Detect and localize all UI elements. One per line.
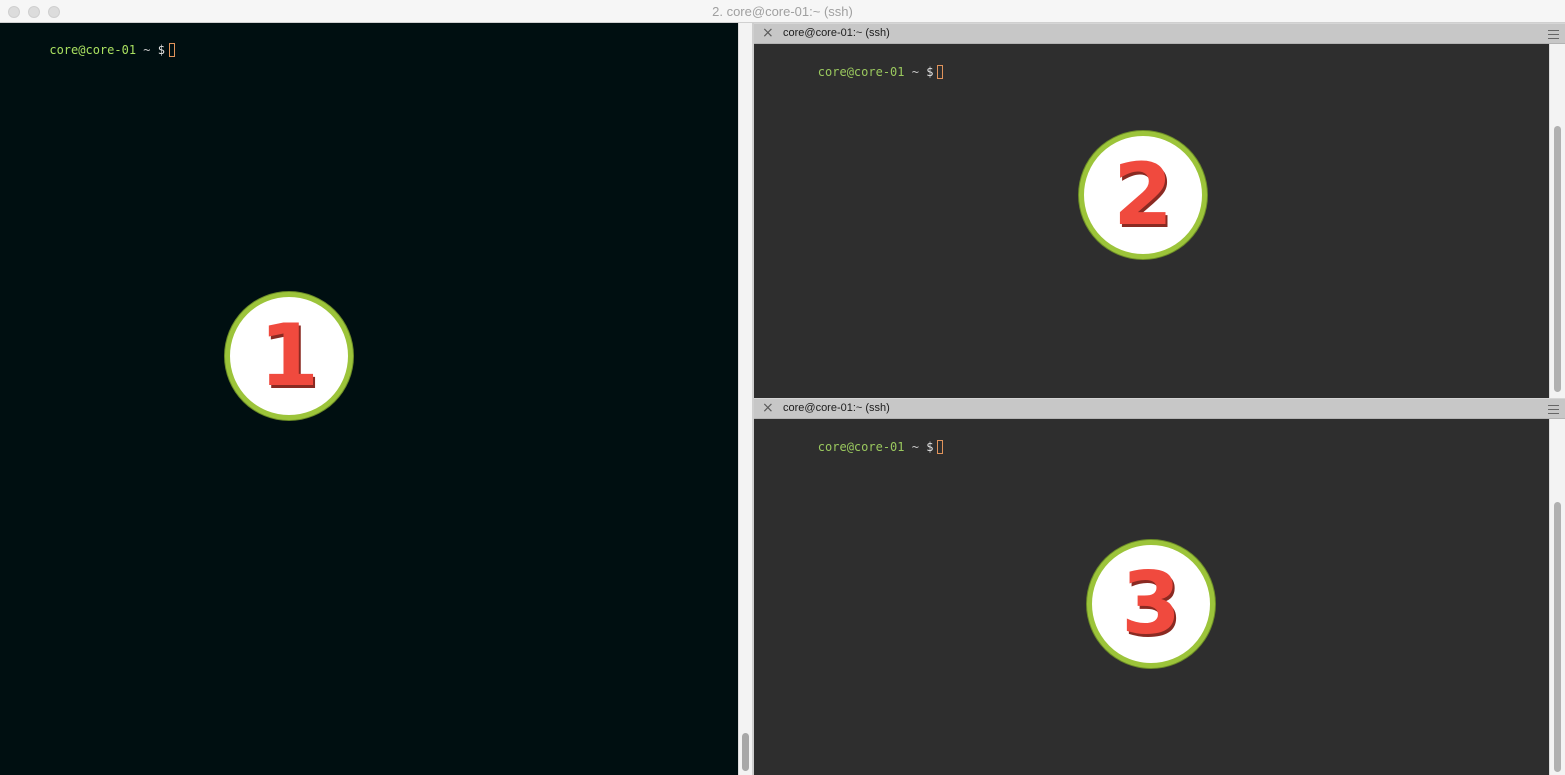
prompt-symbol: $ (926, 440, 934, 454)
prompt-symbol: $ (926, 65, 934, 79)
terminal-pane-bottom-right: × core@core-01:~ (ssh) core@core-01 ~ $ … (754, 398, 1565, 775)
badge-number: 1 (259, 306, 319, 406)
terminal-window: 2. core@core-01:~ (ssh) core@core-01 ~ $… (0, 0, 1565, 775)
terminal-pane-top-right: × core@core-01:~ (ssh) core@core-01 ~ $ … (754, 23, 1565, 398)
pane-number-badge: 1 (225, 292, 353, 420)
window-title: 2. core@core-01:~ (ssh) (712, 4, 853, 19)
prompt-symbol: $ (157, 43, 165, 57)
text-cursor (169, 43, 175, 57)
left-pane-scroll-thumb[interactable] (742, 733, 749, 771)
badge-number: 3 (1121, 554, 1181, 654)
pane-scrollbar[interactable] (1549, 419, 1565, 775)
shell-prompt: core@core-01 ~ $ (6, 26, 175, 74)
hamburger-menu-icon[interactable] (1548, 30, 1559, 39)
text-cursor (937, 65, 944, 79)
title-bar: 2. core@core-01:~ (ssh) (0, 0, 1565, 23)
pane-title: core@core-01:~ (ssh) (783, 402, 890, 414)
terminal-pane-left[interactable]: core@core-01 ~ $ 1 (0, 23, 738, 775)
pane-scroll-thumb[interactable] (1554, 126, 1561, 392)
pane-scrollbar[interactable] (1549, 44, 1565, 398)
left-pane-scrollbar[interactable] (738, 23, 752, 775)
prompt-path: ~ (143, 43, 151, 57)
pane-header: × core@core-01:~ (ssh) (754, 23, 1565, 44)
pane-number-badge: 2 (1079, 131, 1207, 259)
pane-close-icon[interactable]: × (762, 400, 774, 417)
prompt-user-host: core@core-01 (817, 65, 905, 79)
prompt-path: ~ (911, 65, 919, 79)
text-cursor (937, 440, 944, 454)
shell-prompt: core@core-01 ~ $ (760, 423, 944, 471)
terminal-body[interactable]: core@core-01 ~ $ 3 (754, 419, 1549, 775)
terminal-body[interactable]: core@core-01 ~ $ 2 (754, 44, 1549, 398)
pane-number-badge: 3 (1087, 540, 1215, 668)
pane-close-icon[interactable]: × (762, 25, 774, 42)
shell-prompt: core@core-01 ~ $ (760, 48, 944, 96)
pane-header: × core@core-01:~ (ssh) (754, 398, 1565, 419)
prompt-path: ~ (911, 440, 919, 454)
pane-scroll-thumb[interactable] (1554, 502, 1561, 772)
hamburger-menu-icon[interactable] (1548, 405, 1559, 414)
badge-number: 2 (1113, 145, 1173, 245)
prompt-user-host: core@core-01 (49, 43, 137, 57)
prompt-user-host: core@core-01 (817, 440, 905, 454)
pane-title: core@core-01:~ (ssh) (783, 27, 890, 39)
